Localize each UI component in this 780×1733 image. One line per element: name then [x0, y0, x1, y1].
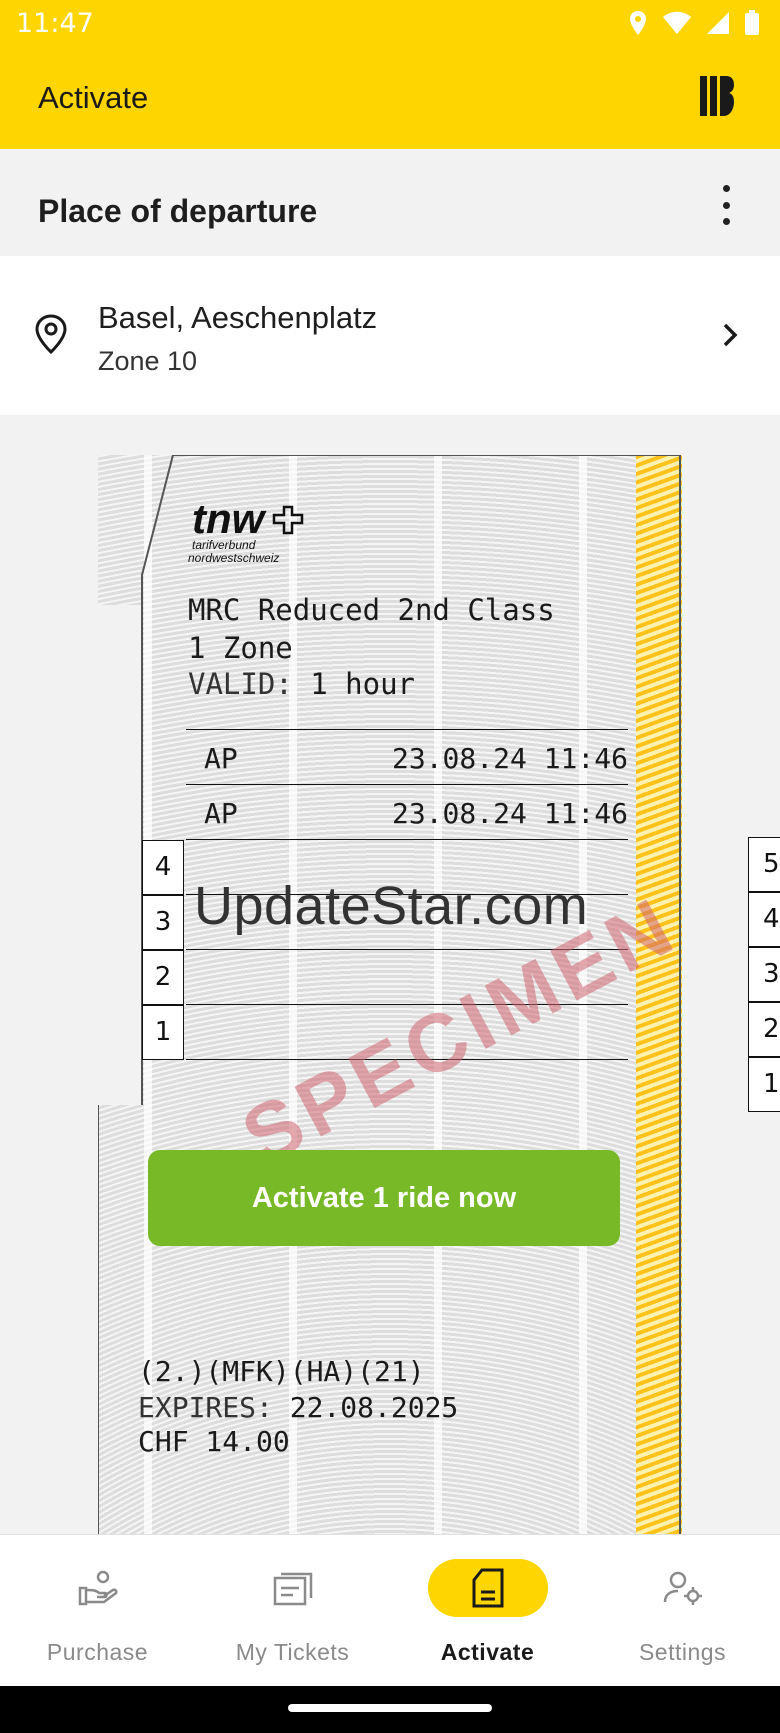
slot-number: 3: [142, 895, 184, 950]
location-name: Basel, Aeschenplatz: [98, 300, 378, 335]
status-time: 11:47: [16, 8, 94, 39]
slot-number: 5: [748, 837, 780, 892]
purchase-hand-icon: [78, 1570, 117, 1606]
battery-icon: [745, 10, 759, 35]
ticket-price: CHF 14.00: [138, 1425, 290, 1458]
tnw-logo: tnw tarifverbund nordwestschweiz: [188, 495, 308, 572]
section-title: Place of departure: [38, 193, 318, 229]
nav-label: Purchase: [46, 1639, 149, 1665]
stamp-row: AP 23.08.24 11:46: [142, 729, 628, 785]
svg-text:tnw: tnw: [192, 495, 267, 542]
stamp-code: AP: [204, 742, 238, 775]
tickets-icon: [273, 1572, 312, 1606]
departure-location-row[interactable]: Basel, Aeschenplatz Zone 10: [0, 256, 780, 415]
ticket-carousel[interactable]: tnw tarifverbund nordwestschweiz MRC Red…: [0, 415, 780, 1535]
nav-activate[interactable]: Activate: [390, 1535, 585, 1687]
slot-number: 1: [748, 1057, 780, 1112]
activate-ticket-icon: [472, 1568, 503, 1608]
tnw-logo-icon: tnw tarifverbund nordwestschweiz: [188, 495, 304, 565]
chevron-right-icon: [723, 323, 738, 347]
nav-label: Activate: [440, 1639, 535, 1665]
app-logo-icon[interactable]: [700, 76, 734, 116]
bottom-navigation: Purchase My Tickets Activate Settings: [0, 1534, 780, 1687]
svg-text:nordwestschweiz: nordwestschweiz: [188, 551, 279, 565]
slot-number: 2: [142, 950, 184, 1005]
slot-number: 4: [142, 840, 184, 895]
expires-label: EXPIRES:: [138, 1391, 273, 1424]
location-status-icon: [630, 11, 646, 35]
app-bar: Activate: [0, 46, 780, 149]
watermark-text: UpdateStar.com: [194, 876, 589, 936]
svg-text:tarifverbund: tarifverbund: [192, 538, 256, 552]
nav-purchase[interactable]: Purchase: [0, 1535, 195, 1687]
ticket-codes: (2.)(MFK)(HA)(21): [138, 1355, 425, 1388]
system-navigation-bar: [0, 1686, 780, 1733]
section-header: Place of departure: [0, 149, 780, 256]
location-pin-icon: [35, 314, 67, 354]
user-settings-icon: [663, 1571, 702, 1605]
slot-number: 3: [748, 947, 780, 1002]
stamp-datetime: 23.08.24 11:46: [391, 797, 628, 830]
home-gesture-pill[interactable]: [288, 1704, 492, 1712]
dot-icon: [722, 185, 730, 192]
status-bar: 11:47: [0, 0, 780, 46]
ticket-product: MRC Reduced 2nd Class: [188, 593, 555, 627]
valid-value: 1 hour: [310, 667, 415, 701]
nav-settings[interactable]: Settings: [585, 1535, 780, 1687]
ticket-validity: VALID: 1 hour: [188, 667, 415, 701]
ticket-card: tnw tarifverbund nordwestschweiz MRC Red…: [98, 455, 692, 1535]
expires-value: 22.08.2025: [289, 1391, 459, 1424]
ticket-zones: 1 Zone: [188, 631, 293, 665]
nav-my-tickets[interactable]: My Tickets: [195, 1535, 390, 1687]
activate-ride-button[interactable]: Activate 1 ride now: [148, 1150, 620, 1246]
page-title: Activate: [38, 80, 149, 115]
stamp-code: AP: [204, 797, 238, 830]
slot-number: 1: [142, 1005, 184, 1060]
overflow-menu-button[interactable]: [716, 185, 736, 225]
stamp-row: AP 23.08.24 11:46: [142, 785, 628, 840]
next-ticket-card[interactable]: 5 4 3 2 1: [748, 837, 780, 1535]
dot-icon: [722, 201, 730, 209]
valid-label: VALID:: [188, 667, 293, 701]
slot-number: 2: [748, 1002, 780, 1057]
wifi-icon: [663, 11, 691, 34]
dot-icon: [722, 218, 730, 225]
stamp-datetime: 23.08.24 11:46: [391, 742, 628, 775]
status-icons: [628, 10, 760, 36]
slot-number: 4: [748, 892, 780, 947]
ticket-expiry: EXPIRES: 22.08.2025: [138, 1391, 458, 1424]
nav-label: Settings: [638, 1639, 727, 1665]
location-zone: Zone 10: [98, 346, 198, 376]
signal-icon: [707, 12, 729, 34]
nav-label: My Tickets: [235, 1639, 350, 1665]
